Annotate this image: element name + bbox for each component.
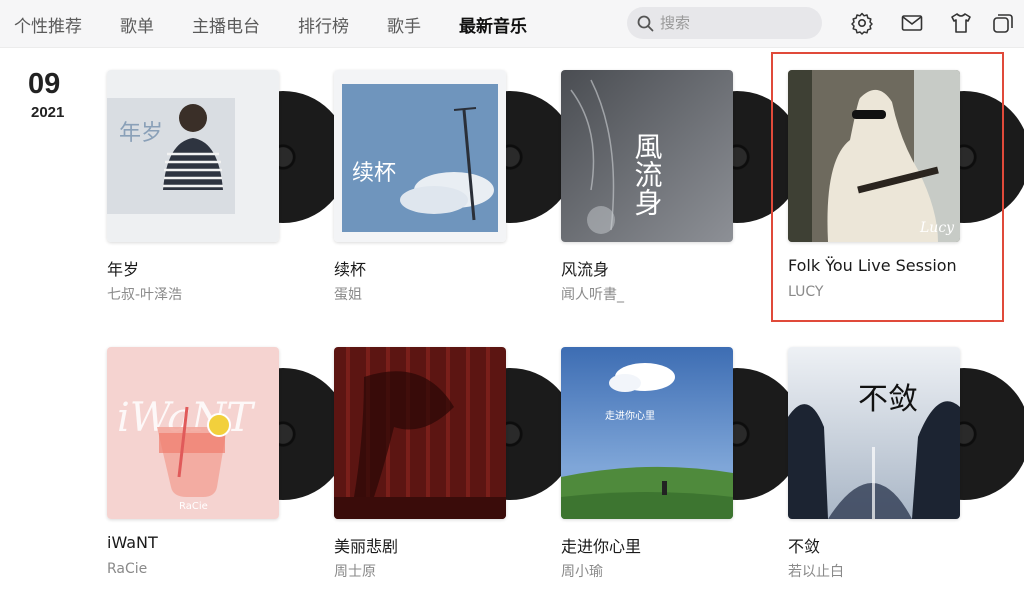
album-cover[interactable]: 续杯 <box>334 70 506 242</box>
album-card[interactable]: 续杯 续杯 蛋姐 <box>334 70 576 320</box>
tab-recommend[interactable]: 个性推荐 <box>14 12 82 37</box>
album-card[interactable]: 不敛 不敛 若以止白 <box>788 347 1024 597</box>
settings-gear-icon[interactable] <box>850 11 874 35</box>
album-cover[interactable] <box>334 347 506 519</box>
album-cover[interactable]: 風流身 <box>561 70 733 242</box>
selection-highlight-frame <box>771 52 1004 322</box>
cover-title-text: 不敛 <box>858 382 918 417</box>
release-day: 09 <box>28 68 61 100</box>
cover-title-text: 風流身 <box>631 132 664 216</box>
album-title: iWaNT <box>107 533 158 552</box>
album-card[interactable]: 風流身 风流身 闻人听書_ <box>561 70 803 320</box>
cover-title-text: 续杯 <box>352 161 396 186</box>
mail-icon[interactable] <box>900 11 924 35</box>
album-artist[interactable]: 七叔-叶泽浩 <box>107 284 182 304</box>
album-cover[interactable]: 不敛 <box>788 347 960 519</box>
album-card[interactable]: 美丽悲剧 周士原 <box>334 347 576 597</box>
album-title: 年岁 <box>107 260 140 279</box>
skin-tshirt-icon[interactable] <box>949 11 973 35</box>
album-artist[interactable]: 蛋姐 <box>334 284 362 304</box>
album-artist[interactable]: 周士原 <box>334 561 376 581</box>
album-artist[interactable]: 若以止白 <box>788 561 844 581</box>
tab-charts[interactable]: 排行榜 <box>298 12 349 37</box>
album-title: 美丽悲剧 <box>334 537 399 556</box>
tab-playlists[interactable]: 歌单 <box>120 12 154 37</box>
album-title: 续杯 <box>334 260 367 279</box>
album-artist[interactable]: RaCie <box>107 561 147 577</box>
album-cover[interactable]: 年岁 <box>107 70 279 242</box>
top-navigation-bar: 个性推荐 歌单 主播电台 排行榜 歌手 最新音乐 <box>0 0 1024 48</box>
album-title: 走进你心里 <box>561 537 642 556</box>
tab-new-music[interactable]: 最新音乐 <box>459 12 527 37</box>
album-title: 风流身 <box>561 260 610 279</box>
album-cover[interactable]: iWaNT RaCie <box>107 347 279 519</box>
search-input[interactable] <box>660 14 810 32</box>
album-card[interactable]: 年岁 年岁 七叔-叶泽浩 <box>107 70 349 320</box>
album-card[interactable]: iWaNT RaCie iWaNT RaCie <box>107 347 349 597</box>
cover-artist-text: RaCie <box>179 501 208 512</box>
cover-title-text: 年岁 <box>119 121 163 146</box>
search-icon <box>637 15 654 31</box>
album-cover[interactable]: 走进你心里 <box>561 347 733 519</box>
tab-list: 个性推荐 歌单 主播电台 排行榜 歌手 最新音乐 <box>14 0 565 48</box>
cover-title-text: 走进你心里 <box>605 409 655 422</box>
album-artist[interactable]: 闻人听書_ <box>561 284 624 304</box>
search-box[interactable] <box>627 7 822 39</box>
album-artist[interactable]: 周小瑜 <box>561 561 603 581</box>
album-title: 不敛 <box>788 537 821 556</box>
tab-artists[interactable]: 歌手 <box>387 12 421 37</box>
release-year: 2021 <box>31 104 65 121</box>
tab-radio[interactable]: 主播电台 <box>192 12 260 37</box>
mini-mode-icon[interactable] <box>991 11 1015 35</box>
album-card[interactable]: 走进你心里 走进你心里 周小瑜 <box>561 347 803 597</box>
